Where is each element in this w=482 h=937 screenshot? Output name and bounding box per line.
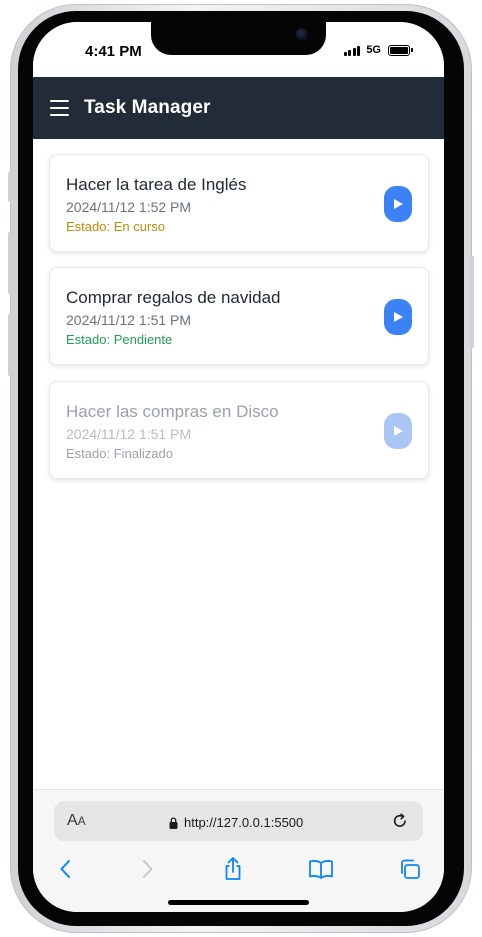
power-button [470, 256, 474, 348]
browser-nav-row [33, 854, 444, 888]
url-display[interactable]: http://127.0.0.1:5500 [169, 815, 303, 830]
url-text: http://127.0.0.1:5500 [184, 815, 304, 830]
start-task-button[interactable] [384, 413, 412, 449]
reload-icon[interactable] [391, 812, 409, 835]
start-task-button[interactable] [384, 299, 412, 335]
battery-icon [388, 44, 413, 56]
task-title: Comprar regalos de navidad [66, 288, 281, 307]
task-card[interactable]: Comprar regalos de navidad 2024/11/12 1:5… [49, 267, 429, 365]
task-date: 2024/11/12 1:52 PM [66, 199, 192, 215]
task-title: Hacer las compras en Disco [66, 402, 279, 421]
volume-up-button [8, 232, 12, 294]
address-bar[interactable]: AA http://127.0.0.1:5500 [54, 801, 423, 841]
volume-down-button [8, 314, 12, 376]
status-time: 4:41 PM [85, 43, 142, 60]
play-icon [394, 312, 403, 322]
task-status: Estado: En curso [66, 219, 165, 234]
screen: 4:41 PM 5G Task Manager Hacer la tarea d… [33, 22, 444, 912]
task-status: Estado: Pendiente [66, 332, 173, 347]
lock-icon [169, 816, 178, 829]
play-icon [394, 199, 403, 209]
browser-toolbar: AA http://127.0.0.1:5500 [33, 789, 444, 912]
notch [151, 22, 326, 55]
status-indicators: 5G [343, 44, 413, 56]
start-task-button[interactable] [384, 186, 412, 222]
hamburger-menu-icon[interactable] [50, 100, 69, 116]
task-card[interactable]: Hacer la tarea de Inglés 2024/11/12 1:52 … [49, 154, 429, 252]
tabs-icon[interactable] [397, 854, 423, 884]
app-bar: Task Manager [33, 77, 444, 139]
home-indicator [168, 900, 309, 905]
back-icon[interactable] [53, 854, 77, 884]
share-icon[interactable] [220, 854, 246, 884]
app-title: Task Manager [84, 97, 211, 118]
task-card[interactable]: Hacer las compras en Disco 2024/11/12 1:5… [49, 381, 429, 479]
network-type: 5G [366, 44, 381, 56]
signal-icon [343, 45, 361, 56]
task-status: Estado: Finalizado [66, 446, 173, 461]
task-date: 2024/11/12 1:51 PM [66, 426, 192, 442]
task-title: Hacer la tarea de Inglés [66, 175, 247, 194]
task-date: 2024/11/12 1:51 PM [66, 312, 192, 328]
bookmarks-icon[interactable] [307, 854, 335, 884]
play-icon [394, 426, 403, 436]
camera-icon [296, 28, 308, 40]
text-size-button[interactable]: AA [67, 812, 86, 830]
mute-switch [8, 172, 12, 202]
forward-icon[interactable] [136, 854, 160, 884]
